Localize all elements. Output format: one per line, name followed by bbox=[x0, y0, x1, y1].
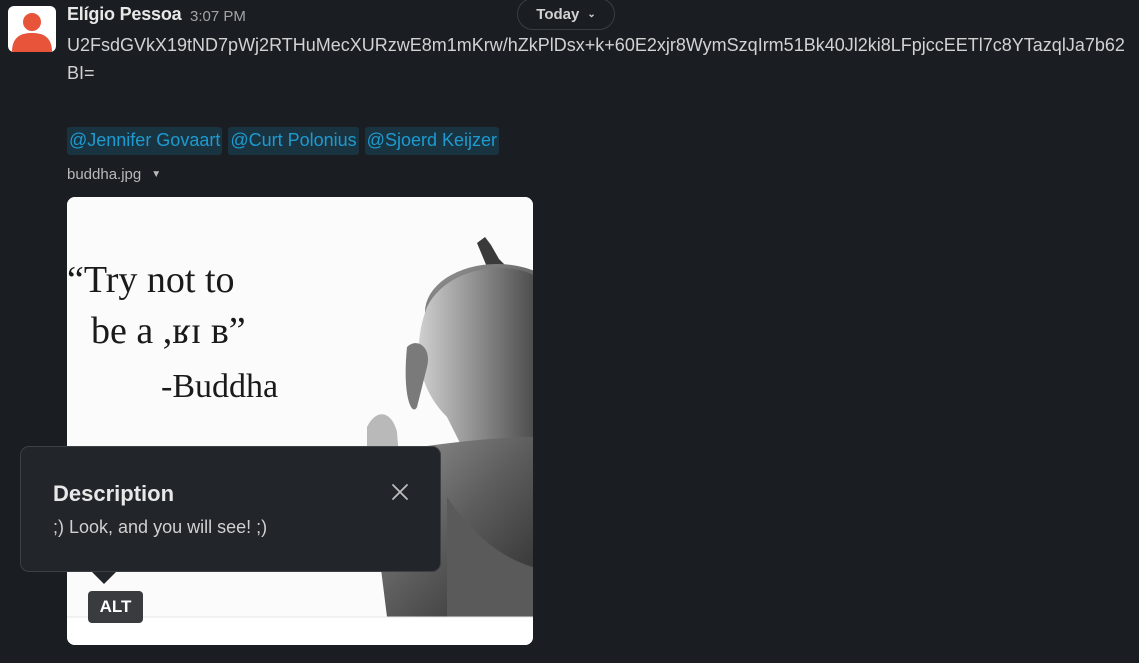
date-divider-label: Today bbox=[536, 5, 580, 23]
mention-jennifer-govaart[interactable]: @Jennifer Govaart bbox=[67, 127, 223, 155]
message-text: U2FsdGVkX19tND7pWj2RTHuMecXURzwE8m1mKrw/… bbox=[67, 35, 1125, 83]
user-avatar-icon bbox=[12, 13, 52, 52]
popover-description-text: ;) Look, and you will see! ;) bbox=[53, 517, 268, 537]
mentions: @Jennifer Govaart @Curt Polonius @Sjoerd… bbox=[67, 127, 499, 155]
description-popover: Description ;) Look, and you will see! ;… bbox=[20, 446, 441, 572]
avatar[interactable] bbox=[8, 6, 56, 52]
chevron-down-icon: ⌄ bbox=[587, 8, 596, 20]
popover-title: Description bbox=[53, 481, 175, 506]
image-quote-author: -Buddha bbox=[161, 368, 279, 405]
close-icon[interactable] bbox=[387, 479, 413, 505]
message: Elígio Pessoa 3:07 PM Today ⌄ U2FsdGVkX1… bbox=[0, 0, 1139, 663]
sender-name[interactable]: Elígio Pessoa bbox=[67, 4, 182, 25]
mention-curt-polonius[interactable]: @Curt Polonius bbox=[228, 127, 359, 155]
attachment-header[interactable]: buddha.jpg ▼ bbox=[67, 166, 161, 183]
caret-down-icon[interactable]: ▼ bbox=[151, 169, 161, 180]
popover-pointer bbox=[92, 572, 116, 584]
alt-text-button[interactable]: ALT bbox=[88, 591, 143, 623]
message-timestamp[interactable]: 3:07 PM bbox=[190, 8, 246, 25]
date-divider-button[interactable]: Today ⌄ bbox=[517, 0, 615, 30]
image-quote-line-1: “Try not to bbox=[67, 259, 235, 301]
image-quote-line-2: be a ,ʁɪ ʙ” bbox=[91, 310, 246, 352]
attachment-filename[interactable]: buddha.jpg bbox=[67, 166, 141, 183]
attachment-image[interactable]: “Try not to be a ,ʁɪ ʙ” -Buddha bbox=[67, 197, 533, 645]
mention-sjoerd-keijzer[interactable]: @Sjoerd Keijzer bbox=[364, 127, 499, 155]
